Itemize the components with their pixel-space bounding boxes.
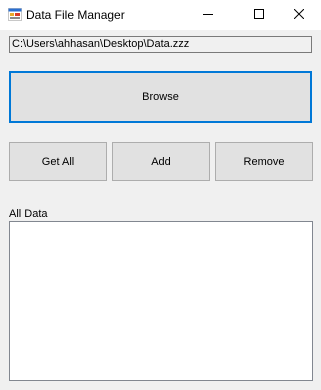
client-area: C:\Users\ahhasan\Desktop\Data.zzz Browse… xyxy=(0,30,321,390)
window-title: Data File Manager xyxy=(26,8,125,22)
minimize-icon xyxy=(202,9,213,22)
app-window-icon xyxy=(8,8,22,21)
add-button[interactable]: Add xyxy=(112,142,210,181)
close-button[interactable] xyxy=(276,0,321,30)
minimize-button[interactable] xyxy=(185,0,230,30)
maximize-button[interactable] xyxy=(236,0,281,30)
remove-button[interactable]: Remove xyxy=(215,142,313,181)
main-window: Data File Manager C:\Users\ahhasan\Deskt… xyxy=(0,0,321,390)
all-data-label: All Data xyxy=(9,208,48,220)
get-all-button[interactable]: Get All xyxy=(9,142,107,181)
maximize-icon xyxy=(253,8,264,22)
browse-button[interactable]: Browse xyxy=(9,71,312,123)
all-data-listbox[interactable] xyxy=(9,221,313,381)
file-path-field[interactable]: C:\Users\ahhasan\Desktop\Data.zzz xyxy=(9,36,312,53)
close-icon xyxy=(293,8,304,22)
title-bar[interactable]: Data File Manager xyxy=(0,0,321,30)
